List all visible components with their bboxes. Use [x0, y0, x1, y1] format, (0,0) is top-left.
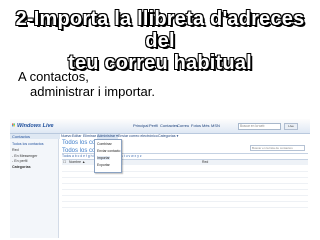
sidebar-item-network[interactable]: Red	[12, 148, 19, 152]
sidebar-item-messenger[interactable]: - En Messenger	[12, 154, 37, 158]
menu-item-send-contact[interactable]: Enviar contacto	[97, 149, 120, 153]
grid-line	[62, 177, 308, 178]
slide-title-line-1: 2-Importa la llibreta d'adreces del	[15, 8, 305, 52]
grid-line	[62, 201, 308, 202]
new-button[interactable]: Nuevo	[61, 134, 71, 139]
grid-line	[62, 189, 308, 190]
nav-msn[interactable]: MSN	[211, 123, 220, 128]
menu-item-import[interactable]: Importar	[97, 156, 110, 160]
column-header-icon: ☐	[63, 160, 67, 164]
windows-logo-icon	[12, 123, 15, 127]
sidebar-item-profile[interactable]: - En perfil	[12, 159, 27, 163]
live-top-bar: Windows Live Principal Perfil Contactes …	[10, 119, 310, 134]
sidebar-item-all-contacts[interactable]: Todos los contactos	[12, 142, 44, 146]
contacts-search-input[interactable]: Buscar en la lista de contactos	[250, 145, 305, 151]
nav-correu[interactable]: Correu	[177, 123, 189, 128]
column-network[interactable]: Red	[202, 160, 208, 165]
column-name[interactable]: Nombre ▲	[69, 160, 85, 165]
manage-dropdown-menu: Combinar Enviar contacto Importar Export…	[94, 139, 122, 173]
nav-perfil[interactable]: Perfil	[149, 123, 158, 128]
categories-button[interactable]: Categorías ▾	[158, 134, 178, 139]
bullet-line-1: A contactos,	[18, 69, 89, 84]
sidebar-item-categories[interactable]: Categorías	[12, 165, 31, 169]
nav-contactes[interactable]: Contactes	[160, 123, 178, 128]
web-search-input[interactable]: Buscar en la web	[238, 123, 281, 130]
embedded-screenshot: Windows Live Principal Perfil Contactes …	[10, 119, 310, 238]
nav-mes[interactable]: Més	[202, 123, 210, 128]
slide-title: 2-Importa la llibreta d'adreces del teu …	[0, 8, 320, 74]
grid-line	[62, 207, 308, 208]
nav-fotos[interactable]: Fotos	[191, 123, 201, 128]
slide-bullet: A contactos, administrar i importar.	[18, 69, 155, 99]
contacts-sidebar: Todos los contactos Red - En Messenger -…	[10, 134, 59, 238]
nav-principal[interactable]: Principal	[133, 123, 148, 128]
bullet-line-2: administrar i importar.	[30, 84, 155, 99]
live-badge[interactable]: Live	[284, 123, 298, 130]
menu-item-combine[interactable]: Combinar	[97, 142, 112, 146]
send-email-button[interactable]: Enviar correo electrónico	[118, 134, 158, 139]
windows-live-logo[interactable]: Windows Live	[17, 123, 54, 129]
menu-item-export[interactable]: Exportar	[97, 163, 110, 167]
grid-line	[62, 183, 308, 184]
grid-line	[62, 195, 308, 196]
sidebar-header: Contactos	[10, 134, 60, 139]
edit-button[interactable]: Editar	[72, 134, 81, 139]
